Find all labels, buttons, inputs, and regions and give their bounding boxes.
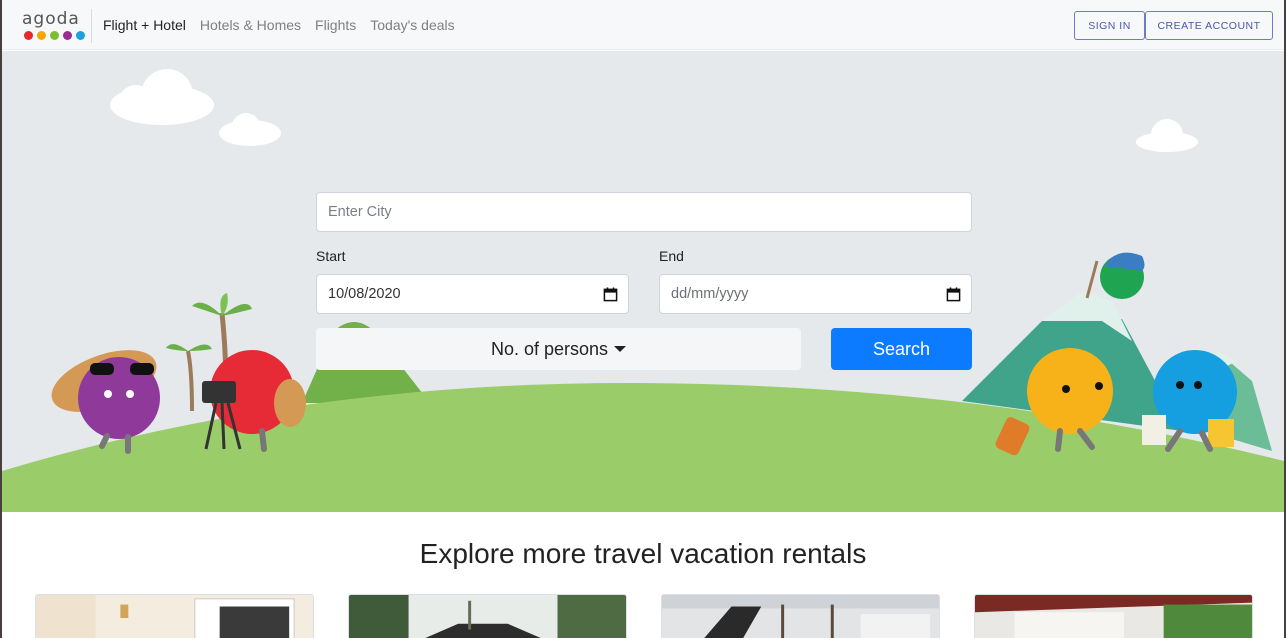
villa-photo-icon: [349, 595, 626, 638]
brand-name: agoda: [22, 9, 80, 29]
start-date-input[interactable]: 10/08/2020: [316, 274, 629, 314]
nav-links: Flight + Hotel Hotels & Homes Flights To…: [103, 17, 455, 33]
agoda-logo[interactable]: agoda: [22, 9, 92, 43]
end-date-placeholder: dd/mm/yyyy: [671, 286, 749, 302]
nav-hotels-homes[interactable]: Hotels & Homes: [200, 17, 301, 33]
nav-flight-hotel[interactable]: Flight + Hotel: [103, 17, 186, 33]
green-character-icon: [1085, 252, 1145, 299]
end-date-label: End: [659, 248, 684, 264]
nav-flights[interactable]: Flights: [315, 17, 356, 33]
sign-in-button[interactable]: SIGN IN: [1074, 11, 1145, 40]
end-date-input[interactable]: dd/mm/yyyy: [659, 274, 972, 314]
hero-search-section: Start End 10/08/2020 dd/mm/yyyy No. of p…: [2, 51, 1284, 512]
terrace-photo-icon: [975, 595, 1252, 638]
brand-dot: [50, 31, 59, 40]
create-account-button[interactable]: CREATE ACCOUNT: [1145, 11, 1273, 40]
brand-dot: [76, 31, 85, 40]
brand-dot: [24, 31, 33, 40]
calendar-icon[interactable]: [946, 286, 961, 302]
persons-label: No. of persons: [490, 338, 609, 359]
brand-dot: [63, 31, 72, 40]
bedroom-photo-icon: [36, 595, 313, 638]
nav-todays-deals[interactable]: Today's deals: [370, 17, 454, 33]
caret-down-icon: [614, 346, 627, 352]
patio-photo-icon: [662, 595, 939, 638]
rental-card-4[interactable]: [974, 594, 1253, 638]
calendar-icon[interactable]: [603, 286, 618, 302]
search-button[interactable]: Search: [831, 328, 972, 370]
persons-dropdown-button[interactable]: No. of persons: [316, 328, 801, 370]
hero-illustration: [2, 69, 1284, 512]
city-search-input[interactable]: [316, 192, 972, 232]
top-navbar: agoda Flight + Hotel Hotels & Homes Flig…: [2, 0, 1284, 50]
start-date-value: 10/08/2020: [328, 286, 401, 302]
rental-card-3[interactable]: [661, 594, 940, 638]
brand-dot: [37, 31, 46, 40]
brand-dots: [24, 31, 85, 40]
rental-card-1[interactable]: [35, 594, 314, 638]
blue-character-icon: [1142, 350, 1237, 452]
cloud-icon: [110, 69, 1198, 152]
explore-section-title: Explore more travel vacation rentals: [419, 538, 867, 569]
rental-card-2[interactable]: [348, 594, 627, 638]
rental-cards: [35, 594, 1253, 638]
start-date-label: Start: [316, 248, 346, 264]
